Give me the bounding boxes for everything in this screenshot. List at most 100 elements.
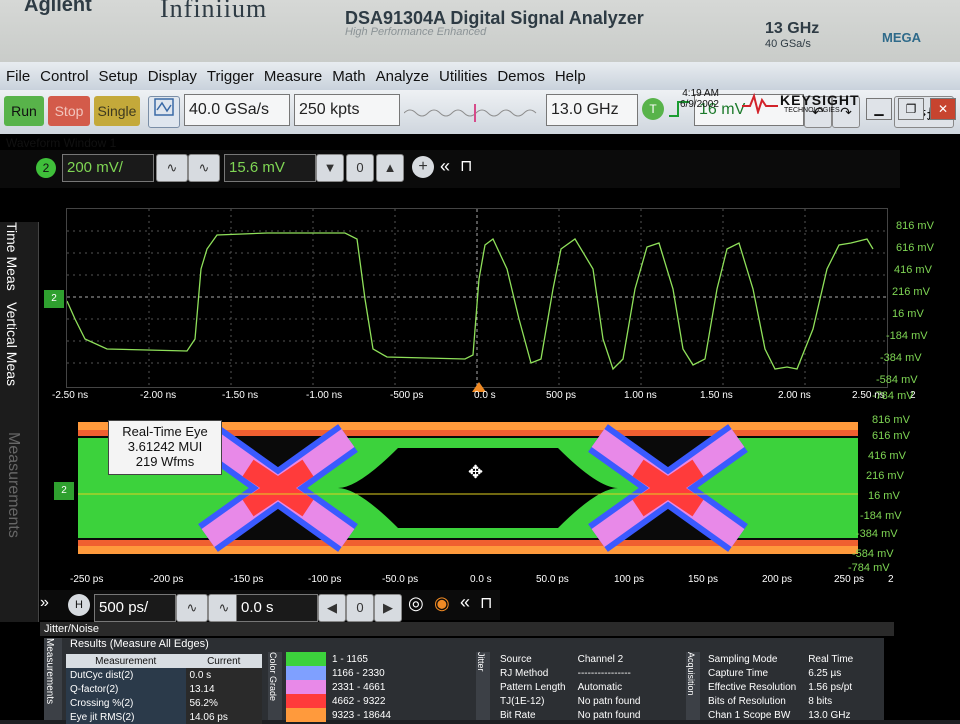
menu-display[interactable]: Display (148, 68, 197, 85)
horizontal-control-row: » H 500 ps/ ∿ ∿ 0.0 s ◀ 0 ▶ ◎ ◉ « ⊓ (40, 590, 500, 622)
instrument-bezel: Agilent Infiniium DSA91304A Digital Sign… (0, 0, 960, 64)
jitter-key: Pattern Length (500, 681, 566, 693)
position-zero-button[interactable]: 0 (346, 594, 374, 622)
maximize-button[interactable]: ❐ (898, 98, 924, 120)
horizontal-scale-field[interactable]: 500 ps/ (94, 594, 176, 622)
position-left-button[interactable]: ◀ (318, 594, 346, 622)
zoom-icon[interactable]: ◎ (408, 593, 424, 614)
menu-analyze[interactable]: Analyze (376, 68, 429, 85)
crosshair-icon[interactable]: ✥ (468, 462, 483, 483)
jitter-value: ---------------- (577, 667, 631, 679)
jitter-tab[interactable]: Jitter (476, 652, 490, 720)
list-item: Capture Time 6.25 µs (702, 666, 859, 680)
pin-icon[interactable]: ⊓ (460, 156, 472, 176)
expand-icon[interactable]: » (40, 594, 49, 612)
jitter-noise-bar[interactable]: Jitter/Noise (40, 622, 894, 636)
measurement-value: 0.0 s (185, 668, 262, 682)
eye-x-tick: 0.0 s (470, 574, 492, 585)
color-grade-table: 1 - 1165 1166 - 2330 2331 - 4661 4662 - … (286, 652, 397, 722)
results-side-tab[interactable]: Measurements (44, 638, 62, 720)
coarse-scale-button[interactable]: ∿ (156, 154, 188, 182)
close-icon: ✕ (937, 102, 949, 116)
waveform-y-tick: -384 mV (880, 352, 922, 364)
fine-scale-button[interactable]: ∿ (188, 154, 220, 182)
brand-label: Agilent (24, 0, 92, 16)
menu-utilities[interactable]: Utilities (439, 68, 487, 85)
eye-y-tick: 216 mV (866, 470, 904, 482)
table-row[interactable]: Q-factor(2) 13.14 (66, 682, 262, 696)
autoscale-button[interactable] (148, 96, 180, 128)
collapse-icon[interactable]: « (460, 592, 470, 613)
memory-depth-field[interactable]: 250 kpts (294, 94, 400, 126)
menu-help[interactable]: Help (555, 68, 586, 85)
jitter-key: TJ(1E-12) (500, 695, 545, 707)
minimize-button[interactable]: ▁ (866, 98, 892, 120)
offset-down-button[interactable]: ▼ (316, 154, 344, 182)
acq-value: 1.56 ps/pt (808, 681, 853, 693)
close-button[interactable]: ✕ (930, 98, 956, 120)
acq-value: 6.25 µs (808, 667, 842, 679)
clock: 4:19 AM 6/9/2002 (680, 88, 719, 110)
horizontal-badge[interactable]: H (68, 594, 90, 616)
results-side-label: Measurements (44, 638, 55, 705)
menu-measure[interactable]: Measure (264, 68, 322, 85)
vertical-scale-field[interactable]: 200 mV/ (62, 154, 154, 182)
sample-rate-field[interactable]: 40.0 GSa/s (184, 94, 290, 126)
pin-icon[interactable]: ⊓ (480, 593, 492, 613)
bandwidth-label: 13 GHz (765, 20, 820, 37)
waveform-x-tick: 0.0 s (474, 390, 496, 401)
position-right-button[interactable]: ▶ (374, 594, 402, 622)
grade-range: 1166 - 2330 (332, 667, 385, 679)
run-button[interactable]: Run (4, 96, 44, 126)
waveform-x-tick: -500 ps (390, 390, 424, 401)
menu-math[interactable]: Math (332, 68, 365, 85)
jitter-table: Source Channel 2 RJ Method ---------------… (494, 652, 646, 722)
eye-y-tick: -184 mV (860, 510, 902, 522)
channel-marker[interactable]: 2 (44, 290, 64, 308)
eye-info-box: Real-Time Eye 3.61242 MUI 219 Wfms (108, 420, 222, 475)
scope-screen: File Control Setup Display Trigger Measu… (0, 62, 960, 724)
vertical-offset-field[interactable]: 15.6 mV (224, 154, 316, 182)
single-button[interactable]: Single (94, 96, 140, 126)
tab-vertical-meas[interactable]: Vertical Meas (4, 302, 20, 386)
offset-zero-button[interactable]: 0 (346, 154, 374, 182)
measurement-name: DutCyc dist(2) (66, 668, 186, 682)
add-waveform-button[interactable]: + (412, 156, 434, 178)
bandwidth-field[interactable]: 13.0 GHz (546, 94, 638, 126)
eye-page-num: 2 (888, 574, 894, 585)
acquisition-tab[interactable]: Acquisition (686, 652, 700, 720)
tab-time-meas[interactable]: Time Meas (4, 222, 20, 291)
menu-control[interactable]: Control (40, 68, 88, 85)
acq-key: Effective Resolution (708, 681, 797, 693)
stop-button[interactable]: Stop (48, 96, 90, 126)
collapse-icon[interactable]: « (440, 156, 450, 177)
sine-fine-icon: ∿ (198, 160, 210, 175)
menu-demos[interactable]: Demos (497, 68, 545, 85)
horizontal-position-field[interactable]: 0.0 s (236, 594, 318, 622)
jitter-key: RJ Method (500, 667, 549, 679)
table-row[interactable]: Crossing %(2) 56.2% (66, 696, 262, 710)
table-row[interactable]: DutCyc dist(2) 0.0 s (66, 668, 262, 682)
color-grade-tab[interactable]: Color Grade (268, 652, 282, 720)
waveform-y-tick: -184 mV (886, 330, 928, 342)
trigger-badge[interactable]: T (642, 98, 664, 120)
eye-x-tick: -250 ps (70, 574, 104, 585)
offset-up-button[interactable]: ▲ (376, 154, 404, 182)
menu-trigger[interactable]: Trigger (207, 68, 254, 85)
waveform-plot[interactable] (66, 208, 888, 388)
measurement-name: Crossing %(2) (66, 696, 186, 710)
menu-setup[interactable]: Setup (99, 68, 138, 85)
color-grade-icon[interactable]: ◉ (434, 593, 450, 614)
table-row[interactable]: Eye jit RMS(2) 14.06 ps (66, 710, 262, 724)
channel-badge[interactable]: 2 (36, 158, 56, 178)
horizontal-coarse-button[interactable]: ∿ (176, 594, 208, 622)
zero-icon: 0 (356, 600, 364, 615)
eye-y-tick: -784 mV (848, 562, 890, 574)
tab-measurements[interactable]: Measurements (4, 432, 22, 538)
sine-coarse-icon: ∿ (166, 160, 178, 175)
keysight-logo: KEYSIGHT TECHNOLOGIES (742, 90, 862, 116)
menu-file[interactable]: File (6, 68, 30, 85)
eye-title: Real-Time Eye (122, 424, 208, 439)
eye-channel-marker[interactable]: 2 (54, 482, 74, 500)
waveform-x-tick: 1.50 ns (700, 390, 733, 401)
